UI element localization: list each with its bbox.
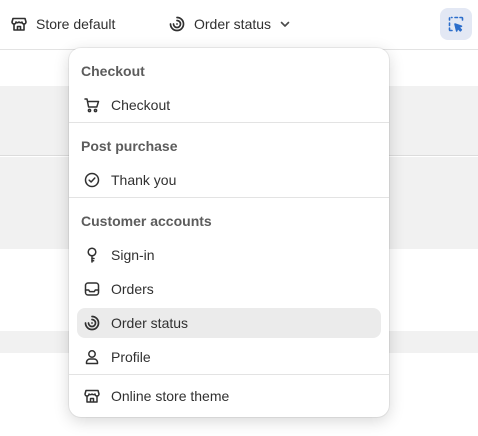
menu-item-label: Thank you — [111, 172, 177, 188]
store-selector-label: Store default — [36, 16, 116, 32]
cart-icon — [83, 96, 101, 114]
menu-item-label: Order status — [111, 315, 189, 331]
key-icon — [83, 246, 101, 264]
page-selector-menu: Checkout Checkout Post purchase Thank yo… — [69, 48, 389, 417]
order-status-icon — [168, 15, 186, 33]
editor-topbar: Store default Order status — [0, 0, 478, 50]
menu-item-checkout[interactable]: Checkout — [77, 90, 381, 120]
store-icon — [83, 387, 101, 405]
store-selector[interactable]: Store default — [10, 0, 115, 48]
section-label-customer-accounts: Customer accounts — [81, 213, 212, 229]
menu-item-label: Checkout — [111, 97, 171, 113]
menu-item-label: Orders — [111, 281, 154, 297]
store-icon — [10, 15, 28, 33]
section-label-post-purchase: Post purchase — [81, 138, 178, 154]
person-icon — [83, 348, 101, 366]
divider — [69, 374, 389, 375]
menu-item-thank-you[interactable]: Thank you — [77, 165, 381, 195]
chevron-down-icon — [278, 17, 292, 31]
inbox-icon — [83, 280, 101, 298]
order-status-icon — [83, 314, 101, 332]
check-circle-icon — [83, 171, 101, 189]
menu-item-profile[interactable]: Profile — [77, 342, 381, 372]
page-selector[interactable]: Order status — [168, 0, 292, 48]
divider — [69, 122, 389, 123]
menu-item-label: Profile — [111, 349, 151, 365]
menu-item-orders[interactable]: Orders — [77, 274, 381, 304]
section-label-checkout: Checkout — [81, 63, 145, 79]
inspector-icon — [447, 15, 465, 33]
inspector-button[interactable] — [440, 8, 472, 40]
menu-item-sign-in[interactable]: Sign-in — [77, 240, 381, 270]
menu-item-order-status[interactable]: Order status — [77, 308, 381, 338]
menu-item-online-store-theme[interactable]: Online store theme — [77, 381, 381, 411]
page-selector-label: Order status — [194, 16, 272, 32]
menu-item-label: Sign-in — [111, 247, 155, 263]
divider — [69, 197, 389, 198]
menu-item-label: Online store theme — [111, 388, 230, 404]
